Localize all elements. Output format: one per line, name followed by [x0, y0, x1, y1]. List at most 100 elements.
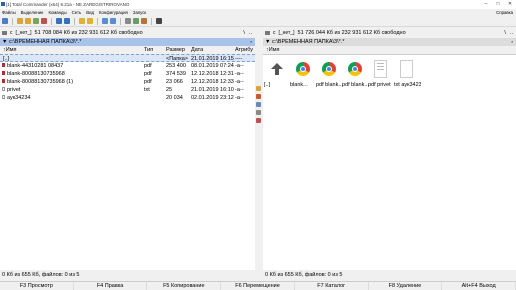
f4-edit-button[interactable]: F4 Правка	[74, 282, 148, 290]
file-ext: pdf	[144, 63, 152, 69]
tree-icon[interactable]	[33, 18, 39, 24]
pdf-file-icon	[2, 63, 5, 67]
thumbnail-label: pdf blank...	[316, 82, 343, 88]
right-path: ▼ c:\ВРЕМЕННАЯ ПАПКА\3\*.*	[265, 39, 345, 45]
file-attr: -a--	[235, 79, 244, 85]
thumbnail-label: pdf privet	[368, 82, 391, 88]
notepad-icon[interactable]	[156, 18, 162, 24]
compare-icon[interactable]	[256, 102, 261, 107]
thumbnails-icon[interactable]	[41, 18, 47, 24]
file-size: 253 400	[166, 63, 186, 69]
minimize-button[interactable]: –	[480, 0, 492, 9]
thumbnail-item[interactable]: pdf blank...	[316, 58, 343, 94]
col-size[interactable]: Размер	[166, 47, 185, 53]
exit-button[interactable]: Alt+F4 Выход	[442, 282, 516, 290]
file-name: privet	[7, 87, 21, 93]
close-button[interactable]: ✕	[504, 0, 516, 9]
file-date: 12.12.2018 12:31	[191, 71, 234, 77]
right-drive-select[interactable]: c	[273, 30, 276, 36]
f7-mkdir-button[interactable]: F7 Каталог	[295, 282, 369, 290]
refresh-icon[interactable]	[2, 18, 8, 24]
drive-icon	[265, 31, 270, 35]
left-panel: c [_нет_] 51 708 084 Кб из 232 931 612 К…	[0, 28, 255, 270]
edit-icon[interactable]	[256, 110, 261, 115]
file-row[interactable]: аук34234 20 034 02.01.2019 23:12 -a--	[0, 94, 255, 102]
thumbnail-item[interactable]: pdf privet	[368, 58, 393, 94]
file-row[interactable]: [..] <Папка> 21.01.2019 16:15 ----	[0, 54, 255, 62]
menu-configuration[interactable]: Конфигурация	[99, 9, 128, 16]
text-file-icon	[2, 87, 5, 91]
chrome-pdf-icon	[344, 58, 366, 80]
left-path-bar[interactable]: ▼ c:\ВРЕМЕННАЯ ПАПКА\3\*.* *	[0, 38, 255, 46]
delete-icon[interactable]	[256, 118, 261, 123]
right-free-space: 51 726 044 Кб из 232 931 612 Кб свободно	[297, 30, 406, 36]
left-drive-select[interactable]: c	[10, 30, 13, 36]
window-title: [1] Total Commander (x64) 9.21a - NE ZAR…	[6, 2, 130, 7]
file-ext: pdf	[144, 71, 152, 77]
thumbnail-item[interactable]: blank...	[290, 58, 315, 94]
file-name: blank-44310281 08437	[7, 63, 64, 69]
f5-copy-button[interactable]: F5 Копирование	[147, 282, 222, 290]
menu-selection[interactable]: Выделение	[21, 9, 44, 16]
thumbnail-item[interactable]: pdf blank...	[342, 58, 369, 94]
back-icon[interactable]	[56, 18, 62, 24]
full-view-icon[interactable]	[25, 18, 31, 24]
function-key-bar: F3 Просмотр F4 Правка F5 Копирование F6 …	[0, 281, 516, 290]
ftp-connect-icon[interactable]	[110, 18, 116, 24]
pdf-file-icon	[2, 71, 5, 75]
file-size: 25	[166, 87, 173, 93]
left-drive-bar: c [_нет_] 51 708 084 Кб из 232 931 612 К…	[0, 28, 255, 38]
sync-icon[interactable]	[141, 18, 147, 24]
forward-icon[interactable]	[64, 18, 70, 24]
toolbar-separator	[151, 17, 152, 25]
pdf-file-icon	[2, 79, 5, 83]
thumbnail-item[interactable]: [..]	[264, 58, 289, 94]
right-root-button[interactable]: \	[504, 30, 506, 36]
file-attr: -a--	[235, 87, 244, 93]
blank-file-icon	[396, 58, 418, 80]
col-name[interactable]: ↑Имя	[3, 47, 16, 53]
menu-bar: Файлы Выделение Команды Сеть Вид Конфигу…	[0, 9, 516, 16]
menu-network[interactable]: Сеть	[72, 9, 82, 16]
f3-view-button[interactable]: F3 Просмотр	[0, 282, 74, 290]
left-root-button[interactable]: \	[243, 30, 245, 36]
right-history-button[interactable]: *	[511, 40, 516, 45]
col-name[interactable]: ↑Имя	[266, 47, 279, 53]
col-date[interactable]: Дата	[191, 47, 203, 53]
brief-view-icon[interactable]	[17, 18, 23, 24]
f8-delete-button[interactable]: F8 Удаление	[369, 282, 443, 290]
menu-start[interactable]: Запуск	[133, 9, 146, 16]
file-attr: -a--	[235, 71, 244, 77]
right-path-bar[interactable]: ▼ c:\ВРЕМЕННАЯ ПАПКА\3\*.* *	[263, 38, 516, 46]
ftp-icon[interactable]	[102, 18, 108, 24]
app-icon	[1, 2, 5, 6]
file-row[interactable]: blank-44310281 08437 pdf 253 400 08.01.2…	[0, 62, 255, 70]
move-icon[interactable]	[256, 94, 261, 99]
menu-commands[interactable]: Команды	[48, 9, 66, 16]
left-drive-label: [_нет_]	[15, 30, 32, 36]
file-row[interactable]: blank-80088130735968 (1) pdf 23 066 12.1…	[0, 78, 255, 86]
maximize-button[interactable]: □	[492, 0, 504, 9]
search-icon[interactable]	[125, 18, 131, 24]
file-row[interactable]: blank-80088130735968 pdf 374 539 12.12.2…	[0, 70, 255, 78]
rename-icon[interactable]	[133, 18, 139, 24]
right-up-button[interactable]: ..	[510, 30, 513, 36]
menu-view[interactable]: Вид	[86, 9, 94, 16]
text-file-icon	[370, 58, 392, 80]
file-row[interactable]: privet txt 25 21.01.2019 16:10 -a--	[0, 86, 255, 94]
file-date: 02.01.2019 23:12	[191, 95, 234, 101]
menu-help[interactable]: Справка	[496, 9, 516, 16]
thumbnail-label: pdf blank...	[342, 82, 369, 88]
thumbnail-label: txt аук34234	[394, 82, 421, 88]
menu-files[interactable]: Файлы	[2, 9, 16, 16]
f6-move-button[interactable]: F6 Перемещение	[221, 282, 295, 290]
col-attr[interactable]: Атрибу	[235, 47, 253, 53]
pack-icon[interactable]	[79, 18, 85, 24]
col-ext[interactable]: Тип	[144, 47, 153, 53]
thumbnail-item[interactable]: txt аук34234	[394, 58, 421, 94]
copy-icon[interactable]	[256, 86, 261, 91]
left-up-button[interactable]: ..	[249, 30, 252, 36]
vertical-button-bar	[255, 28, 263, 270]
file-attr: -a--	[235, 95, 244, 101]
unpack-icon[interactable]	[87, 18, 93, 24]
